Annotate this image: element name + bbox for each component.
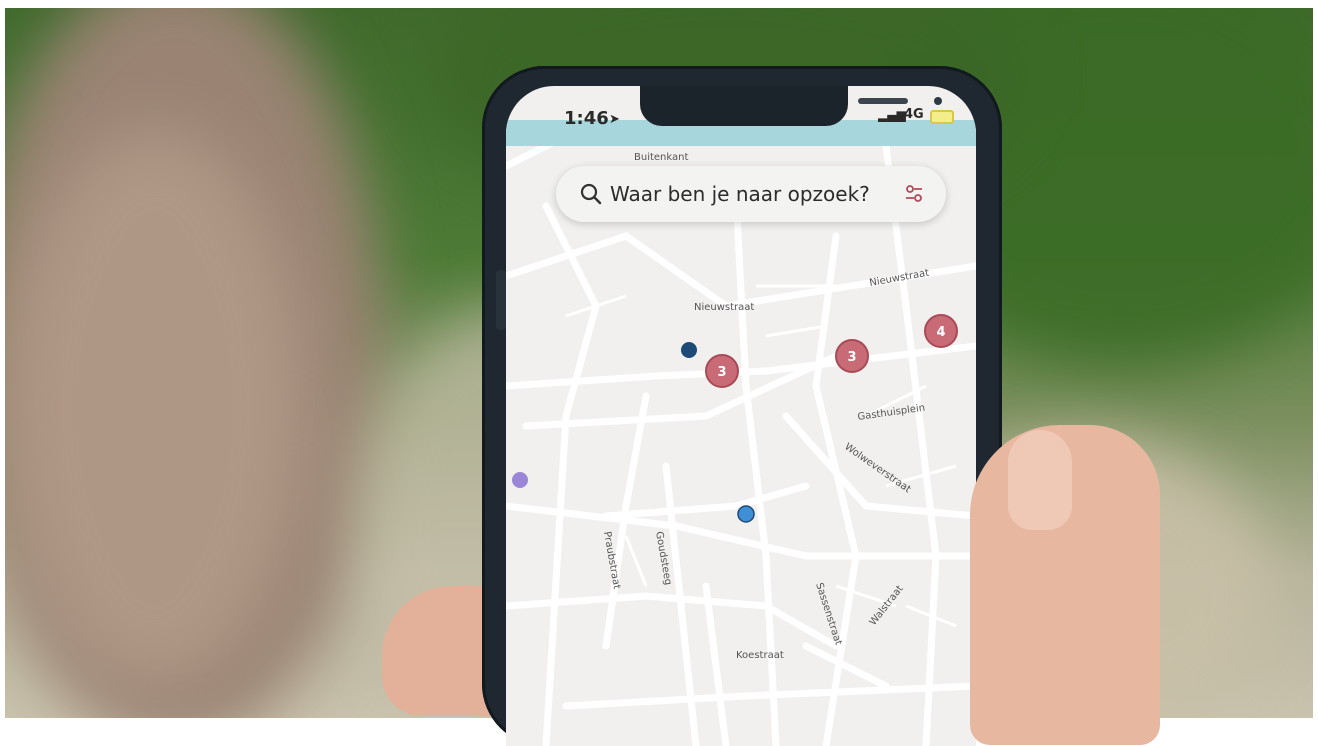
street-label-gasthuisplein: Gasthuisplein	[857, 403, 926, 423]
map-cluster-marker[interactable]: 4	[924, 314, 958, 348]
phone-notch	[640, 86, 942, 126]
status-time: 1:46	[564, 108, 609, 129]
search-icon	[580, 183, 602, 205]
street-label-walstraat: Walstraat	[868, 584, 906, 628]
cluster-count: 4	[936, 325, 945, 340]
thumbnail	[1008, 430, 1072, 530]
filter-icon[interactable]	[904, 184, 924, 204]
cluster-count: 3	[717, 365, 726, 380]
front-camera	[934, 97, 942, 105]
map-pin-marker[interactable]	[737, 505, 755, 523]
street-label-buitenkant: Buitenkant	[634, 152, 688, 163]
cluster-count: 3	[847, 350, 856, 365]
map-pin-marker[interactable]	[681, 342, 697, 358]
minor-streets	[565, 284, 957, 628]
phone-side-button	[496, 270, 506, 330]
map-cluster-marker[interactable]: 3	[835, 339, 869, 373]
search-bar[interactable]: Waar ben je naar opzoek?	[556, 166, 946, 222]
street-label-goudsteeg: Goudsteeg	[653, 531, 673, 586]
phone-screen: Buitenkant Nieuwstraat Nieuwstraat Gasth…	[506, 86, 976, 746]
map-cluster-marker[interactable]: 3	[705, 354, 739, 388]
battery-icon	[930, 110, 954, 124]
blurred-foreground-shape	[5, 128, 305, 688]
location-arrow-icon: ➤	[609, 112, 620, 127]
map-pin-marker[interactable]	[512, 472, 528, 488]
signal-bars-icon: ▂▄▆	[878, 108, 906, 122]
street-label-nieuwstraat: Nieuwstraat	[694, 302, 754, 313]
status-network: 4G	[904, 107, 924, 122]
speaker-grille	[858, 98, 908, 104]
street-label-koestraat: Koestraat	[736, 650, 784, 661]
search-input[interactable]: Waar ben je naar opzoek?	[610, 182, 870, 206]
